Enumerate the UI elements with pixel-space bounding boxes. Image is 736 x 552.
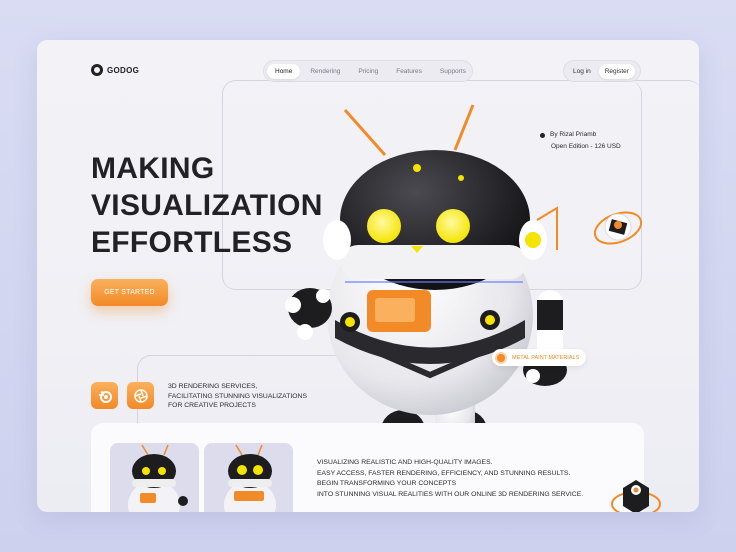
- services-line: FOR CREATIVE PROJECTS: [168, 402, 256, 409]
- description-line: BEGIN TRANSFORMING YOUR CONCEPTS: [317, 480, 457, 487]
- logo[interactable]: GODOG: [91, 64, 139, 76]
- brand-name: GODOG: [107, 65, 140, 75]
- blender-icon[interactable]: [91, 382, 118, 409]
- main-nav: Home Rendering Pricing Features Supports: [263, 60, 473, 82]
- floating-cube-icon: [611, 480, 661, 512]
- gallery-thumbnail[interactable]: [110, 443, 199, 512]
- material-dot-icon: [495, 351, 507, 364]
- nav-item-rendering[interactable]: Rendering: [302, 64, 348, 79]
- nav-item-pricing[interactable]: Pricing: [350, 64, 386, 79]
- description-text: VISUALIZING REALISTIC AND HIGH-QUALITY I…: [317, 458, 583, 500]
- logo-icon: [91, 64, 103, 76]
- nav-item-features[interactable]: Features: [388, 64, 430, 79]
- services-line: 3D RENDERING SERVICES,: [168, 383, 258, 390]
- material-tag[interactable]: METAL PAINT MATERIALS: [492, 349, 587, 366]
- material-label: METAL PAINT MATERIALS: [512, 354, 580, 361]
- description-line: VISUALIZING REALISTIC AND HIGH-QUALITY I…: [317, 459, 493, 466]
- robot-illustration: [285, 104, 567, 450]
- description-line: EASY ACCESS, FASTER RENDERING, EFFICIENC…: [317, 469, 571, 477]
- login-button[interactable]: Log in: [567, 64, 597, 79]
- aperture-icon[interactable]: [127, 382, 154, 409]
- register-button[interactable]: Register: [598, 63, 635, 79]
- services-text: 3D RENDERING SERVICES, FACILITATING STUN…: [168, 382, 307, 411]
- gallery-thumbnail[interactable]: [204, 443, 293, 512]
- get-started-button[interactable]: GET STARTED: [91, 279, 168, 306]
- nav-item-supports[interactable]: Supports: [432, 64, 474, 79]
- nav-item-home[interactable]: Home: [267, 63, 301, 79]
- description-line: INTO STUNNING VISUAL REALITIES WITH OUR …: [317, 490, 584, 498]
- services-line: FACILITATING STUNNING VISUALIZATIONS: [168, 392, 307, 400]
- landing-card: GODOG Home Rendering Pricing Features Su…: [37, 40, 699, 512]
- floating-cube-icon: [593, 211, 643, 245]
- auth-nav: Log in Register: [563, 60, 641, 82]
